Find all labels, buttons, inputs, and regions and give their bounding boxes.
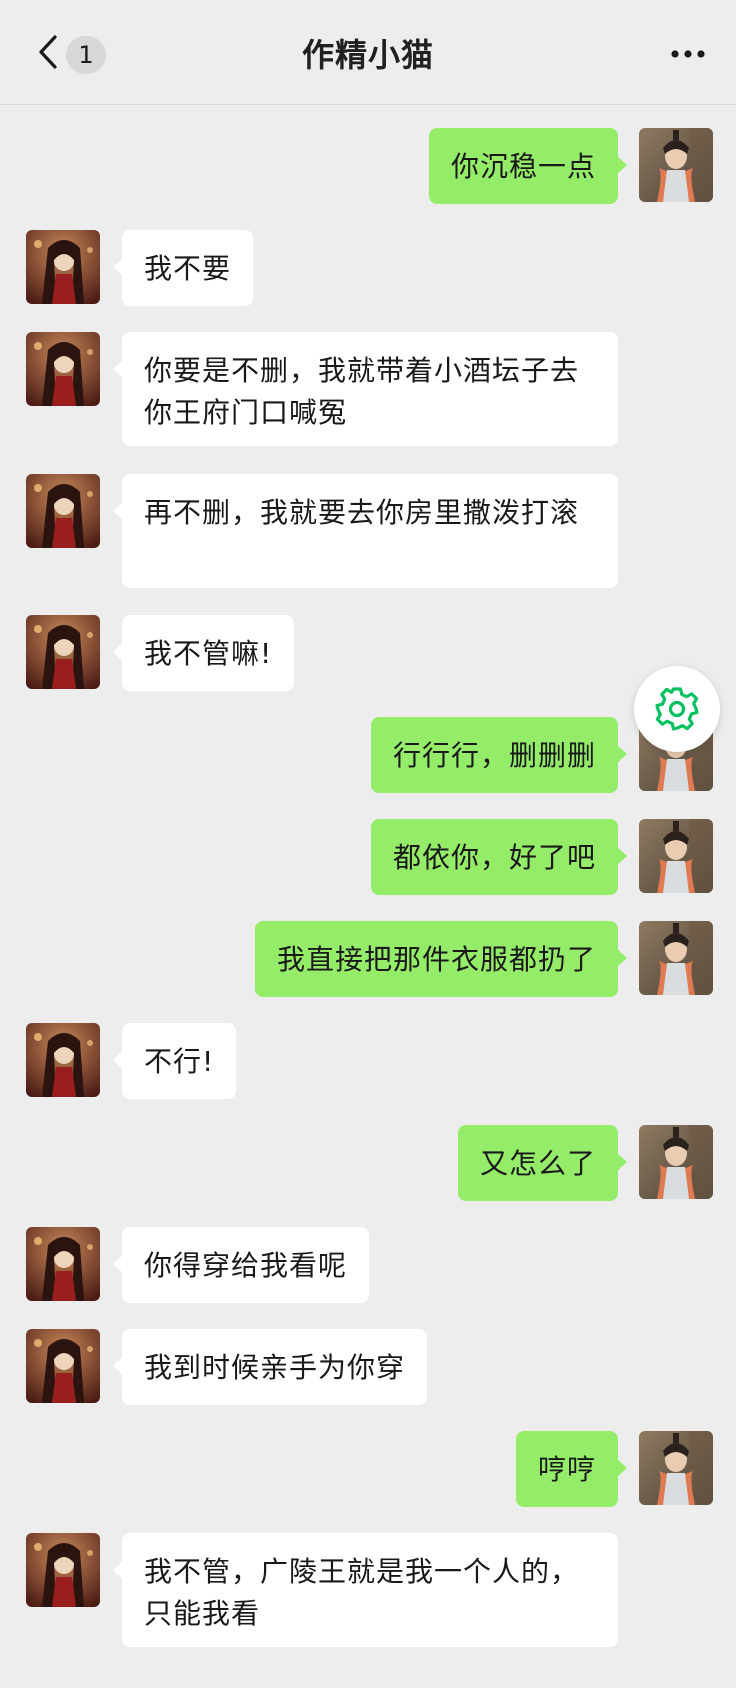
chat-title: 作精小猫 — [301, 36, 434, 74]
message-bubble[interactable]: 再不删，我就要去你房里撒泼打滚 — [113, 474, 618, 588]
self-avatar[interactable] — [639, 819, 713, 893]
self-avatar[interactable] — [639, 1125, 713, 1199]
more-dots-icon — [671, 50, 705, 58]
back-button[interactable] — [28, 30, 68, 74]
message-bubble[interactable]: 都依你，好了吧 — [370, 819, 628, 895]
message-bubble[interactable]: 我不管嘛! — [112, 615, 295, 691]
contact-avatar[interactable] — [26, 1533, 100, 1607]
message-bubble[interactable]: 你得穿给我看呢 — [112, 1227, 370, 1303]
more-options-button[interactable] — [664, 34, 712, 74]
message-bubble[interactable]: 你要是不删，我就带着小酒坛子去你王府门口喊冤 — [113, 332, 618, 446]
contact-avatar[interactable] — [26, 230, 100, 304]
message-bubble[interactable]: 不行! — [112, 1023, 237, 1099]
self-avatar[interactable] — [639, 128, 713, 202]
contact-avatar[interactable] — [26, 1023, 100, 1097]
self-avatar[interactable] — [639, 921, 713, 995]
message-bubble[interactable]: 我到时候亲手为你穿 — [112, 1329, 428, 1405]
message-bubble[interactable]: 我直接把那件衣服都扔了 — [254, 921, 628, 997]
contact-avatar[interactable] — [26, 332, 100, 406]
message-bubble[interactable]: 行行行，删删删 — [370, 717, 628, 793]
contact-avatar[interactable] — [26, 474, 100, 548]
unread-count-badge[interactable]: 1 — [66, 36, 106, 74]
contact-avatar[interactable] — [26, 1227, 100, 1301]
message-bubble[interactable]: 又怎么了 — [457, 1125, 628, 1201]
message-bubble[interactable]: 我不管，广陵王就是我一个人的，只能我看 — [113, 1533, 618, 1647]
message-bubble[interactable]: 你沉稳一点 — [428, 128, 628, 204]
contact-avatar[interactable] — [26, 1329, 100, 1403]
self-avatar[interactable] — [639, 1431, 713, 1505]
chat-header: 1 作精小猫 — [0, 0, 736, 105]
contact-avatar[interactable] — [26, 615, 100, 689]
floating-settings-button[interactable] — [634, 666, 720, 752]
message-bubble[interactable]: 我不要 — [112, 230, 254, 306]
gear-icon — [655, 687, 699, 731]
message-bubble[interactable]: 哼哼 — [515, 1431, 628, 1507]
chevron-left-icon — [39, 35, 57, 69]
